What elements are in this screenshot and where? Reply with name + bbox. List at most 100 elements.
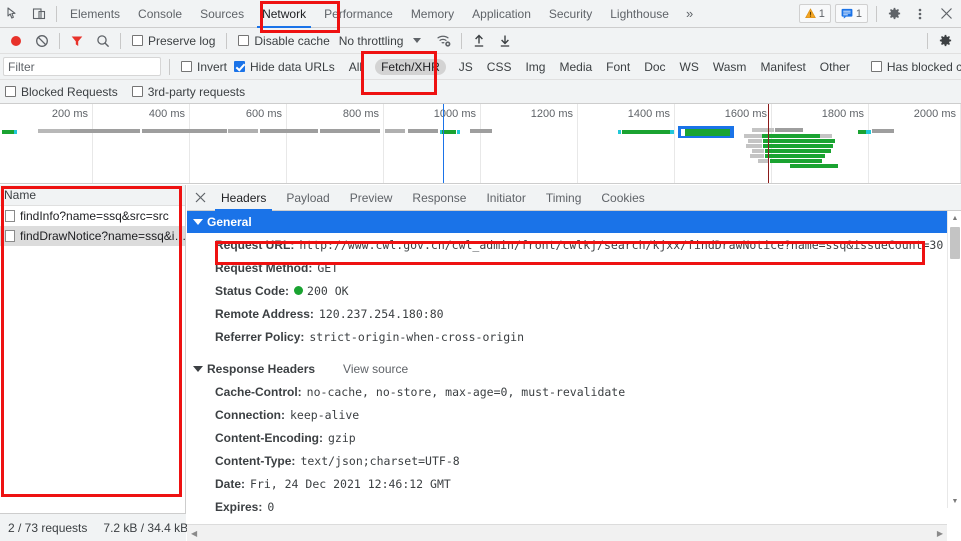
header-row-request-url: Request URL: http://www.cwl.gov.cn/cwl_a… [187, 233, 961, 256]
detail-tab-label: Cookies [601, 190, 645, 205]
third-party-requests-checkbox[interactable]: 3rd-party requests [131, 85, 245, 99]
toolbar-divider [461, 32, 463, 49]
header-value: http://www.cwl.gov.cn/cwl_admin/front/cw… [299, 237, 944, 252]
warning-count: 1 [818, 7, 825, 20]
export-down-arrow-icon[interactable] [492, 28, 518, 54]
filter-type-manifest[interactable]: Manifest [754, 59, 811, 75]
tab-memory[interactable]: Memory [402, 0, 463, 28]
filter-type-js[interactable]: JS [453, 59, 479, 75]
preserve-log-checkbox[interactable]: Preserve log [132, 34, 215, 48]
tab-initiator[interactable]: Initiator [476, 185, 535, 211]
general-section-header[interactable]: General [187, 211, 961, 233]
filter-type-fetch-xhr[interactable]: Fetch/XHR [375, 58, 446, 75]
more-vertical-icon[interactable] [907, 1, 933, 27]
tab-elements[interactable]: Elements [61, 0, 129, 28]
detail-tab-label: Headers [221, 190, 267, 205]
tab-cookies[interactable]: Cookies [591, 185, 654, 211]
network-overview-timeline[interactable]: 200 ms 400 ms 600 ms 800 ms 1000 ms 1200… [0, 104, 961, 184]
scroll-down-arrow-icon[interactable]: ▼ [948, 494, 961, 508]
blocked-requests-checkbox[interactable]: Blocked Requests [5, 85, 118, 99]
scrollbar-thumb[interactable] [950, 227, 960, 259]
tab-headers[interactable]: Headers [211, 185, 276, 211]
header-key: Cache-Control: [215, 384, 302, 399]
table-row[interactable]: findDrawNotice?name=ssq&i… [0, 226, 185, 246]
devtools-main-tabbar: Elements Console Sources Network Perform… [0, 0, 961, 28]
detail-tabbar: Headers Payload Preview Response Initiat… [187, 185, 961, 211]
tab-lighthouse[interactable]: Lighthouse [601, 0, 678, 28]
filter-type-doc[interactable]: Doc [638, 59, 671, 75]
tab-timing[interactable]: Timing [536, 185, 592, 211]
disable-cache-label: Disable cache [254, 33, 330, 48]
tab-label: Network [262, 6, 307, 21]
response-headers-section-header[interactable]: Response Headers View source [187, 358, 961, 380]
tab-response[interactable]: Response [402, 185, 476, 211]
filter-type-wasm[interactable]: Wasm [707, 59, 753, 75]
tab-performance[interactable]: Performance [315, 0, 402, 28]
checkbox-box [5, 86, 16, 97]
filter-type-css[interactable]: CSS [481, 59, 518, 75]
warning-count-badge[interactable]: 1 [798, 4, 831, 23]
warning-triangle-icon [804, 8, 816, 19]
toolbar-divider [56, 5, 57, 22]
close-icon[interactable] [189, 187, 211, 209]
network-request-list[interactable]: Name findInfo?name=ssq&src=src findDrawN… [0, 185, 186, 513]
record-circle-icon[interactable] [3, 28, 29, 54]
filter-type-img[interactable]: Img [519, 59, 551, 75]
filter-type-all[interactable]: All [343, 59, 368, 75]
header-row-expires: Expires: 0 [187, 495, 961, 518]
gear-icon[interactable] [932, 28, 958, 54]
has-blocked-cookies-label: Has blocked cookies [886, 59, 961, 74]
close-icon[interactable] [933, 1, 959, 27]
header-value: text/json;charset=UTF-8 [300, 453, 460, 468]
tab-sources[interactable]: Sources [191, 0, 253, 28]
scroll-right-arrow-icon[interactable]: ▶ [933, 529, 947, 538]
view-source-link[interactable]: View source [343, 362, 408, 376]
filter-type-ws[interactable]: WS [674, 59, 705, 75]
request-name: findInfo?name=ssq&src=src [20, 209, 169, 223]
tab-label: Memory [410, 6, 455, 21]
header-key: Remote Address: [215, 306, 314, 321]
detail-horizontal-scrollbar[interactable]: ◀ ▶ [187, 524, 947, 541]
header-row-content-encoding: Content-Encoding: gzip [187, 426, 961, 449]
tab-security[interactable]: Security [540, 0, 601, 28]
document-icon [5, 210, 15, 222]
filter-type-media[interactable]: Media [553, 59, 598, 75]
network-blocked-toolbar: Blocked Requests 3rd-party requests [0, 80, 961, 104]
tab-network[interactable]: Network [253, 0, 315, 28]
device-toolbar-icon[interactable] [26, 1, 52, 27]
message-count-badge[interactable]: 1 [834, 4, 868, 23]
has-blocked-cookies-checkbox[interactable]: Has blocked cookies [870, 59, 961, 74]
inspect-cursor-icon[interactable] [0, 1, 26, 27]
header-key: Content-Encoding: [215, 430, 323, 445]
scroll-left-arrow-icon[interactable]: ◀ [187, 529, 201, 538]
table-row[interactable]: findInfo?name=ssq&src=src [0, 206, 185, 226]
clear-prohibited-icon[interactable] [29, 28, 55, 54]
more-tabs-icon[interactable]: » [678, 6, 701, 21]
invert-checkbox[interactable]: Invert [181, 60, 227, 74]
disable-cache-checkbox[interactable]: Disable cache [238, 33, 330, 48]
tab-console[interactable]: Console [129, 0, 191, 28]
filter-funnel-icon[interactable] [64, 28, 90, 54]
checkbox-box [234, 61, 246, 72]
filter-input[interactable]: Filter [3, 57, 161, 76]
status-ok-dot-icon [294, 286, 304, 295]
tab-label: Lighthouse [610, 6, 669, 21]
tab-application[interactable]: Application [463, 0, 540, 28]
detail-tab-label: Preview [349, 190, 393, 205]
wifi-gear-icon[interactable] [431, 28, 457, 54]
throttling-dropdown[interactable]: No throttling [339, 34, 422, 48]
tab-label: Elements [70, 6, 121, 21]
scroll-up-arrow-icon[interactable]: ▲ [948, 211, 961, 225]
filter-type-other[interactable]: Other [814, 59, 856, 75]
import-up-arrow-icon[interactable] [466, 28, 492, 54]
detail-vertical-scrollbar[interactable]: ▲ ▼ [947, 211, 961, 508]
hide-data-urls-checkbox[interactable]: Hide data URLs [234, 60, 335, 74]
tab-payload[interactable]: Payload [276, 185, 339, 211]
search-magnifier-icon[interactable] [90, 28, 116, 54]
timeline-tick-label: 1000 ms [433, 108, 476, 120]
tab-preview[interactable]: Preview [340, 185, 403, 211]
gear-icon[interactable] [881, 1, 907, 27]
filter-type-font[interactable]: Font [600, 59, 636, 75]
header-row-date: Date: Fri, 24 Dec 2021 12:46:12 GMT [187, 472, 961, 495]
header-key: Date: [215, 476, 246, 491]
